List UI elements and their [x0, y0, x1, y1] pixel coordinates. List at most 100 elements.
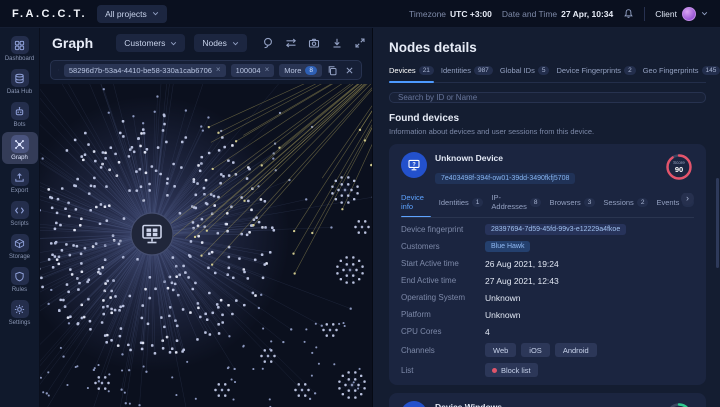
chevron-down-icon — [232, 41, 239, 46]
graph-search-row: 58296d7b-53a4-4410-be58-330a1cab6706 × 1… — [40, 58, 372, 84]
field-label: Customers — [401, 242, 485, 251]
sidebar-item-scripts[interactable]: Scripts — [2, 198, 38, 230]
tab-count-badge: 2 — [637, 198, 649, 207]
customer-chip[interactable]: Blue Hawk — [485, 241, 530, 252]
field-list: List Block list — [401, 363, 694, 377]
channel-chip-ios[interactable]: iOS — [521, 343, 550, 357]
sidebar-label: Rules — [12, 287, 27, 293]
tab-ip-addresses[interactable]: IP-Addresses 8 — [491, 193, 541, 211]
sidebar-item-dashboard[interactable]: Dashboard — [2, 33, 38, 65]
clear-filters-button[interactable] — [345, 66, 354, 75]
tab-label: Identities — [441, 66, 471, 75]
storage-cube-icon — [11, 234, 29, 252]
tab-global-ids[interactable]: Global IDs5 — [500, 66, 550, 75]
remove-chip-icon[interactable]: × — [216, 66, 221, 74]
tab-identities[interactable]: Identities987 — [441, 66, 493, 75]
sidebar-item-rules[interactable]: Rules — [2, 264, 38, 296]
sidebar-item-bots[interactable]: Bots — [2, 99, 38, 131]
tab-sessions[interactable]: Sessions 2 — [603, 198, 648, 207]
device-card-header: Device Windows fbd83498f-394f-ow01-39dd-… — [401, 401, 694, 407]
datetime-display: Date and Time 27 Apr, 10:34 — [502, 9, 613, 19]
client-menu[interactable]: Client — [655, 7, 708, 21]
device-id-chip[interactable]: 7e403498f-394f-ow01-39dd-3490fkfj5708 — [435, 173, 575, 184]
field-value: 26 Aug 2021, 19:24 — [485, 259, 559, 269]
download-button[interactable] — [331, 37, 343, 49]
sidebar-label: Data Hub — [7, 89, 32, 95]
nodes-dropdown-label: Nodes — [202, 38, 227, 48]
score-ring: Score 25 — [664, 401, 694, 407]
network-graph-visualization[interactable] — [40, 84, 372, 407]
field-customers: Customers Blue Hawk — [401, 241, 694, 252]
tab-count-badge: 145 — [702, 66, 720, 75]
nodes-dropdown[interactable]: Nodes — [194, 34, 247, 52]
tab-device-info[interactable]: Device info — [401, 193, 431, 211]
remove-chip-icon[interactable]: × — [265, 66, 270, 74]
field-end-active-time: End Active time 27 Aug 2021, 12:43 — [401, 275, 694, 286]
copy-filters-button[interactable] — [327, 65, 338, 76]
sidebar-item-graph[interactable]: Graph — [2, 132, 38, 164]
sidebar-label: Scripts — [10, 221, 28, 227]
tab-count-badge: 8 — [530, 198, 542, 207]
tab-label: Device Fingerprints — [556, 66, 621, 75]
filter-chip-uuid[interactable]: 58296d7b-53a4-4410-be58-330a1cab6706 × — [64, 64, 226, 77]
tab-device-fingerprints[interactable]: Device Fingerprints2 — [556, 66, 635, 75]
tab-count-badge: 21 — [419, 66, 434, 75]
field-start-active-time: Start Active time 26 Aug 2021, 19:24 — [401, 258, 694, 269]
dashboard-icon — [11, 36, 29, 54]
device-meta: Unknown Device 7e403498f-394f-ow01-39dd-… — [435, 152, 656, 185]
all-projects-dropdown[interactable]: All projects — [97, 5, 167, 23]
sidebar-item-settings[interactable]: Settings — [2, 297, 38, 329]
close-icon — [345, 66, 354, 75]
customers-dropdown[interactable]: Customers — [116, 34, 185, 52]
sidebar-item-data-hub[interactable]: Data Hub — [2, 66, 38, 98]
field-label: Operating System — [401, 293, 485, 302]
notifications-button[interactable] — [623, 8, 634, 19]
sidebar-item-storage[interactable]: Storage — [2, 231, 38, 263]
tab-label: Devices — [389, 66, 416, 75]
search-input[interactable] — [389, 92, 706, 103]
more-chips-button[interactable]: More 8 — [279, 64, 322, 77]
client-label: Client — [655, 9, 677, 19]
channel-chip-android[interactable]: Android — [555, 343, 597, 357]
score-ring: Score 90 — [664, 152, 694, 182]
field-device-fingerprint: Device fingerprint 28397694-7d59-45fd-99… — [401, 224, 694, 235]
sidebar-label: Bots — [13, 122, 25, 128]
tab-geo-fingerprints[interactable]: Geo Fingerprints145 — [643, 66, 720, 75]
timezone-display: Timezone UTC +3:00 — [409, 9, 492, 19]
tab-browsers[interactable]: Browsers3 — [549, 198, 595, 207]
tab-identities[interactable]: Identities1 — [439, 198, 484, 207]
tab-label: IP-Addresses — [491, 193, 526, 211]
tab-label: Events — [656, 198, 679, 207]
field-cpu-cores: CPU Cores 4 — [401, 326, 694, 337]
lasso-select-button[interactable] — [262, 37, 274, 49]
fullscreen-button[interactable] — [354, 37, 366, 49]
field-label: Channels — [401, 346, 485, 355]
tab-devices[interactable]: Devices21 — [389, 66, 434, 75]
rearrange-button[interactable] — [285, 37, 297, 49]
robot-icon — [11, 102, 29, 120]
timezone-value: UTC +3:00 — [450, 9, 492, 19]
chevron-down-icon — [170, 41, 177, 46]
block-list-chip[interactable]: Block list — [485, 363, 538, 377]
copy-icon — [327, 65, 338, 76]
found-devices-title: Found devices — [389, 113, 706, 124]
client-avatar — [682, 7, 696, 21]
field-label: List — [401, 366, 485, 375]
lasso-icon — [262, 37, 274, 49]
sidebar-label: Graph — [11, 155, 28, 161]
field-label: Platform — [401, 310, 485, 319]
fingerprint-chip[interactable]: 28397694-7d59-45fd-99v3-e12229a4fkoe — [485, 224, 626, 235]
scrollbar-thumb[interactable] — [716, 178, 719, 268]
graph-search-bar[interactable]: 58296d7b-53a4-4410-be58-330a1cab6706 × 1… — [50, 60, 362, 80]
graph-canvas[interactable] — [40, 84, 372, 407]
channel-chip-web[interactable]: Web — [485, 343, 516, 357]
database-icon — [11, 69, 29, 87]
filter-chip-100004[interactable]: 100004 × — [231, 64, 275, 77]
tab-label: Sessions — [603, 198, 633, 207]
snapshot-button[interactable] — [308, 37, 320, 49]
tab-label: Geo Fingerprints — [643, 66, 699, 75]
device-name: Device Windows — [435, 402, 656, 407]
sidebar-item-export[interactable]: Export — [2, 165, 38, 197]
field-label: End Active time — [401, 276, 485, 285]
bell-icon — [623, 8, 634, 19]
